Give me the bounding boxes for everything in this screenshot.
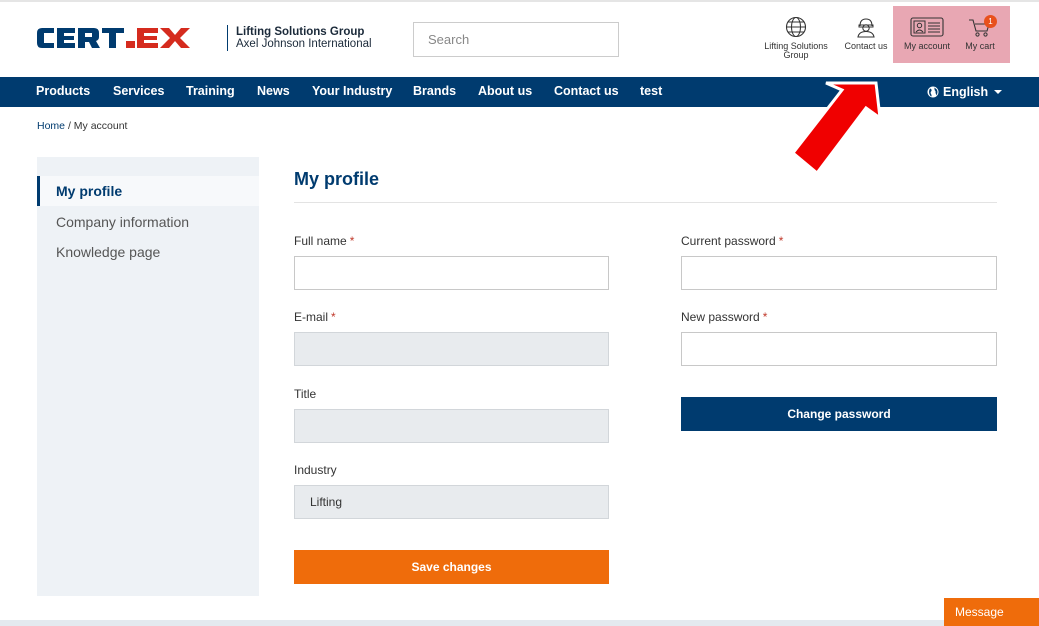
required-mark: * (762, 310, 768, 324)
breadcrumb: Home / My account (37, 120, 127, 132)
header-link-label: My cart (965, 41, 995, 51)
title-field (294, 409, 609, 443)
header-link-label: Contact us (844, 41, 888, 51)
breadcrumb-current: My account (73, 120, 128, 132)
email-label-text: E-mail (294, 310, 329, 324)
breadcrumb-separator: / (67, 120, 71, 132)
header-link-lifting-solutions-group[interactable]: Lifting Solutions Group (758, 16, 834, 60)
industry-field (294, 485, 609, 519)
site-header: Lifting Solutions Group Axel Johnson Int… (0, 2, 1039, 77)
certex-logo-icon (37, 28, 190, 48)
nav-item-your-industry[interactable]: Your Industry (312, 77, 392, 107)
title-divider (294, 202, 997, 203)
required-mark: * (331, 310, 336, 324)
chevron-down-icon (994, 90, 1003, 94)
search-input[interactable] (413, 22, 619, 57)
full-name-field[interactable] (294, 256, 609, 290)
nav-item-services[interactable]: Services (113, 77, 164, 107)
red-arrow-annotation-icon (790, 81, 882, 176)
id-card-icon (910, 17, 944, 37)
nav-item-contact-us[interactable]: Contact us (554, 77, 619, 107)
header-link-label: My account (903, 41, 951, 51)
sidebar-item-company-information[interactable]: Company information (37, 207, 259, 237)
nav-item-news[interactable]: News (257, 77, 290, 107)
email-label: E-mail * (294, 310, 336, 324)
nav-item-products[interactable]: Products (36, 77, 90, 107)
new-password-field[interactable] (681, 332, 997, 366)
globe-icon (785, 16, 807, 38)
required-mark: * (778, 234, 784, 248)
nav-item-training[interactable]: Training (186, 77, 235, 107)
message-button[interactable]: Message (944, 598, 1039, 626)
sidebar-item-my-profile[interactable]: My profile (37, 176, 259, 206)
industry-label: Industry (294, 463, 337, 477)
save-changes-button[interactable]: Save changes (294, 550, 609, 584)
full-name-label: Full name * (294, 234, 354, 248)
page-title: My profile (294, 169, 380, 189)
logo[interactable]: Lifting Solutions Group Axel Johnson Int… (36, 25, 372, 51)
globe-icon (927, 86, 939, 98)
full-name-label-text: Full name (294, 234, 347, 248)
sidebar-item-knowledge-page[interactable]: Knowledge page (37, 237, 259, 267)
logo-line-1: Lifting Solutions Group (236, 26, 365, 38)
header-link-contact-us[interactable]: Contact us (840, 16, 892, 51)
current-password-label: Current password * (681, 234, 783, 248)
logo-tagline: Lifting Solutions Group Axel Johnson Int… (236, 26, 372, 50)
nav-item-test[interactable]: test (640, 77, 662, 107)
current-password-field[interactable] (681, 256, 997, 290)
header-link-label: Lifting Solutions Group (764, 41, 828, 60)
logo-line-2: Axel Johnson International (236, 38, 372, 50)
email-field (294, 332, 609, 366)
breadcrumb-home-link[interactable]: Home (37, 120, 65, 132)
new-password-label: New password * (681, 310, 767, 324)
language-label: English (943, 84, 989, 99)
nav-item-about-us[interactable]: About us (478, 77, 532, 107)
logo-divider (227, 25, 228, 51)
cart-count-badge: 1 (984, 15, 997, 28)
support-agent-icon (857, 18, 875, 38)
footer-strip (0, 620, 1039, 626)
required-mark: * (349, 234, 355, 248)
nav-item-brands[interactable]: Brands (413, 77, 456, 107)
new-password-label-text: New password (681, 310, 760, 324)
language-selector[interactable]: English (927, 77, 1003, 107)
change-password-button[interactable]: Change password (681, 397, 997, 431)
current-password-label-text: Current password (681, 234, 776, 248)
account-sidebar: My profile Company information Knowledge… (37, 157, 259, 596)
title-label: Title (294, 387, 317, 401)
header-link-my-account[interactable]: My account (898, 16, 956, 51)
